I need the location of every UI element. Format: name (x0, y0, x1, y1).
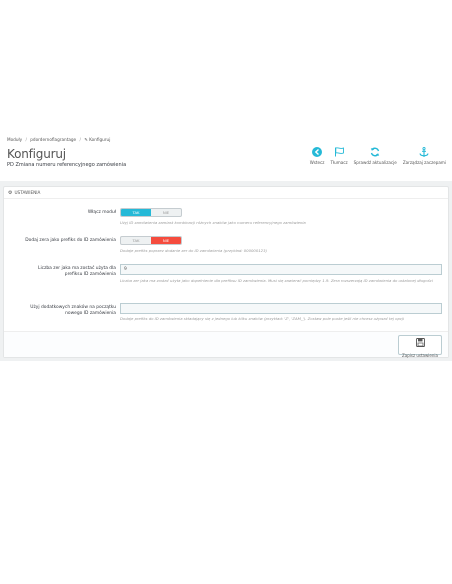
toolbar: Wstecz Tłumacz Sprawdź aktualizacje Zarz… (307, 146, 449, 170)
translate-label: Tłumacz (330, 160, 348, 165)
add-zeros-yes[interactable]: TAK (121, 237, 151, 244)
page-header: Moduły / pdordernoflagrantage / ✎ Konfig… (0, 133, 452, 181)
page-subtitle: PD Zmiana numeru referencyjnego zamówien… (7, 162, 127, 168)
form-row-enable-module: Włącz moduł TAK NIE Użyj ID zamówienia z… (4, 208, 448, 232)
form-row-add-zeros: Dodaj zera jako prefiks do ID zamówienia… (4, 236, 448, 260)
extra-chars-label: Użyj dodatkowych znaków na początku nowe… (30, 305, 116, 316)
breadcrumb-item-modules[interactable]: Moduły (7, 137, 22, 142)
extra-chars-input[interactable] (120, 303, 442, 314)
save-icon (415, 332, 425, 351)
panel-footer: Zapisz ustawienia (4, 331, 448, 358)
flag-icon (332, 146, 346, 158)
check-updates-button[interactable]: Sprawdź aktualizacje (351, 146, 400, 170)
manage-hooks-label: Zarządzaj zaczepami (402, 160, 446, 165)
extra-chars-help: Dodaje prefiks do ID zamówienia składają… (120, 316, 405, 321)
enable-module-no[interactable]: NIE (151, 209, 181, 216)
translate-button[interactable]: Tłumacz (327, 146, 350, 170)
breadcrumb-item-module[interactable]: pdordernoflagrantage (30, 137, 76, 142)
zero-count-label: Liczba zer jaka ma zostać użyta dla pref… (38, 266, 116, 277)
enable-module-yes[interactable]: TAK (121, 209, 151, 216)
check-updates-label: Sprawdź aktualizacje (353, 160, 397, 165)
breadcrumb-separator: / (79, 137, 81, 142)
zero-count-input[interactable]: 9 (120, 264, 442, 275)
back-label: Wstecz (309, 160, 325, 165)
save-button[interactable]: Zapisz ustawienia (398, 332, 442, 358)
extra-chars-field: Dodaje prefiks do ID zamówienia składają… (120, 303, 442, 321)
enable-module-help: Użyj ID zamówienia zamiast kombinacji ró… (120, 220, 306, 225)
add-zeros-switch[interactable]: TAK NIE (120, 236, 182, 245)
form-row-zero-count: Liczba zer jaka ma zostać użyta dla pref… (4, 264, 448, 298)
add-zeros-field: TAK NIE Dodaje prefiks poprzez dodanie z… (120, 236, 442, 253)
breadcrumb: Moduły / pdordernoflagrantage / ✎ Konfig… (7, 137, 110, 142)
wrench-icon: ✎ (84, 137, 88, 142)
zero-count-field: 9 Liczba zer jaka ma zostać użyta jako d… (120, 264, 442, 283)
enable-module-label: Włącz moduł (87, 210, 116, 215)
enable-module-field: TAK NIE Użyj ID zamówienia zamiast kombi… (120, 208, 442, 225)
save-button-label: Zapisz ustawienia (402, 353, 438, 358)
settings-panel: ⚙ USTAWIENIA Włącz moduł TAK NIE Użyj ID… (3, 186, 449, 358)
panel-heading-label: USTAWIENIA (14, 190, 41, 195)
cogs-icon: ⚙ (8, 189, 13, 196)
anchor-icon (417, 146, 431, 158)
zero-count-help: Liczba zer jaka ma zostać użyta jako dop… (120, 278, 433, 283)
panel-heading: ⚙ USTAWIENIA (4, 187, 448, 199)
enable-module-switch[interactable]: TAK NIE (120, 208, 182, 217)
manage-hooks-button[interactable]: Zarządzaj zaczepami (400, 146, 449, 170)
page-title: Konfiguruj (7, 147, 66, 161)
breadcrumb-item-configure: Konfiguruj (89, 137, 111, 142)
form-row-extra-chars: Użyj dodatkowych znaków na początku nowe… (4, 303, 448, 329)
add-zeros-help: Dodaje prefiks poprzez dodanie zer do ID… (120, 248, 267, 253)
breadcrumb-separator: / (25, 137, 27, 142)
back-button[interactable]: Wstecz (307, 146, 328, 170)
add-zeros-no[interactable]: NIE (151, 237, 181, 244)
arrow-left-circle-icon (310, 146, 324, 158)
add-zeros-label: Dodaj zera jako prefiks do ID zamówienia (25, 238, 116, 243)
refresh-icon (368, 146, 382, 158)
